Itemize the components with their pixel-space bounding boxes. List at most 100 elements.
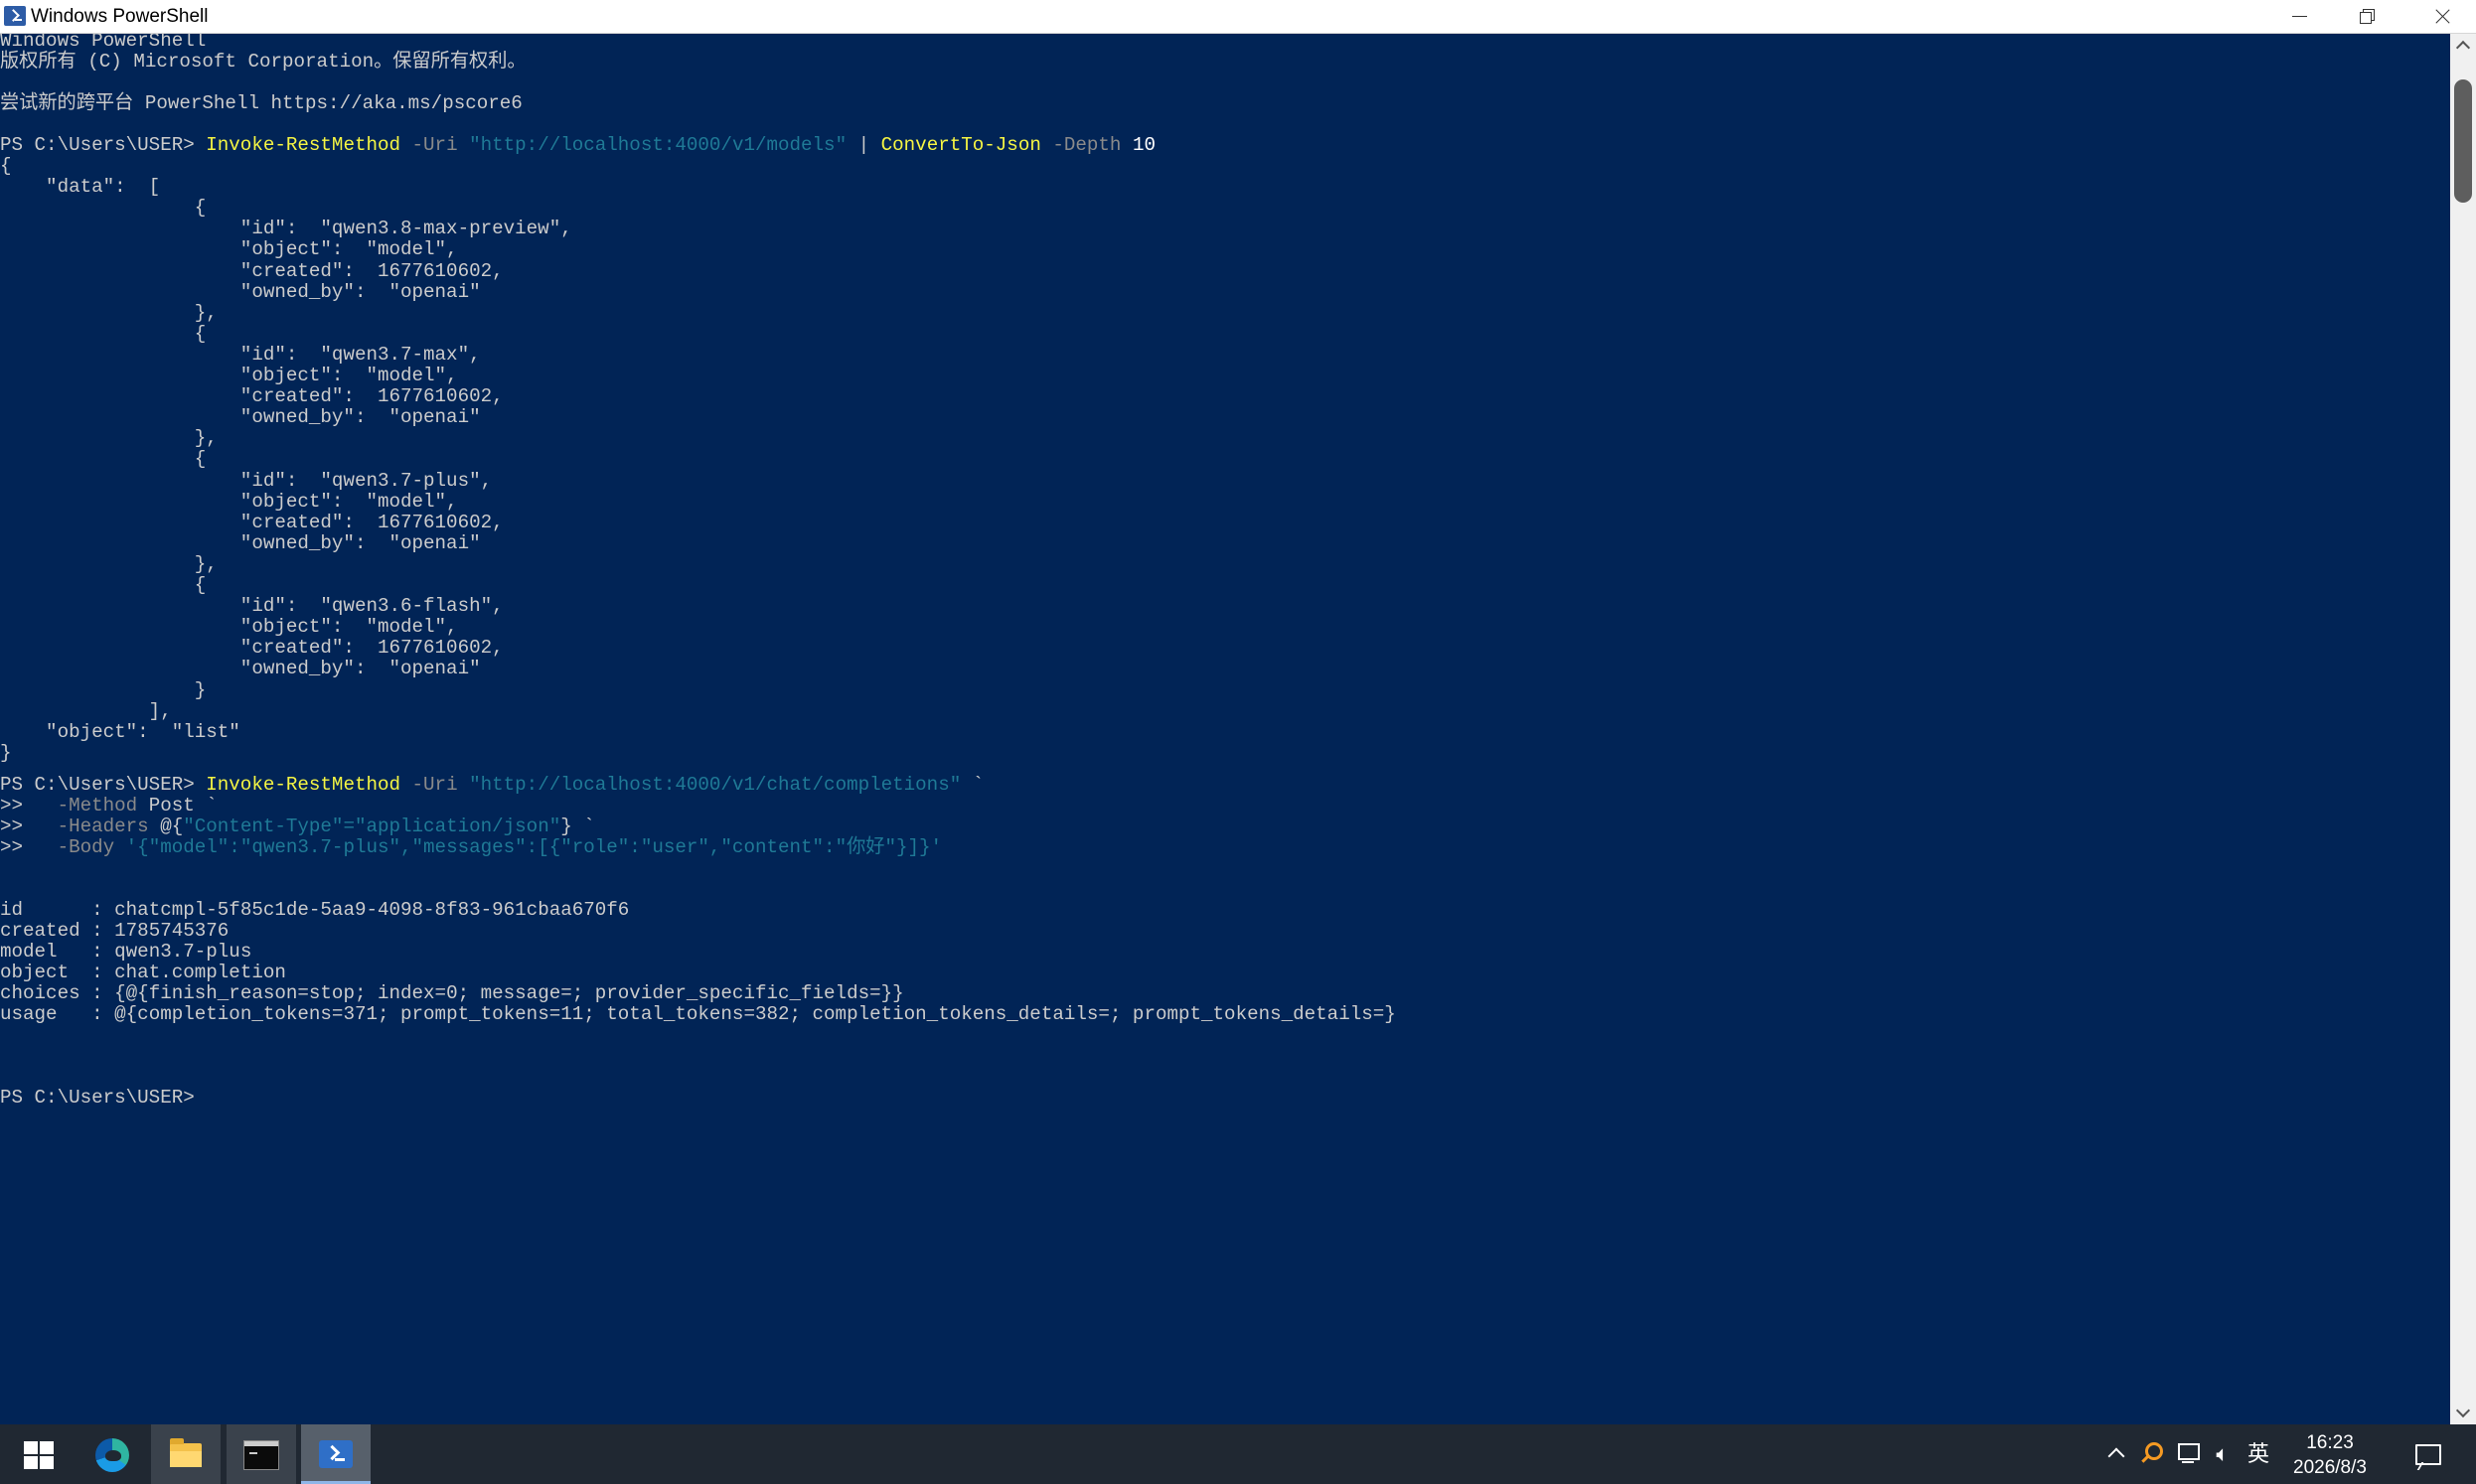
window-title: Windows PowerShell [31,6,209,27]
edge-icon [95,1438,129,1472]
prompt: PS C:\Users\USER> [0,134,195,156]
taskbar-file-explorer[interactable] [151,1424,221,1484]
windows-logo-icon [24,1441,54,1469]
result-separator: : [79,920,115,942]
json-line: "object": "list" [0,720,240,743]
ime-language-indicator[interactable]: 英 [2244,1424,2273,1484]
command-prompt-icon [243,1440,279,1470]
json-line: "object": "model", [0,365,458,386]
result-key: object [0,962,80,983]
clock-date: 2026/8/3 [2293,1457,2367,1478]
prompt: PS C:\Users\USER> [0,1087,195,1109]
json-line: "id": "qwen3.8-max-preview", [0,218,572,240]
json-line: "created": 1677610602, [0,385,504,408]
line-continuation: ` [206,795,218,816]
title-bar: Windows PowerShell [0,0,2476,34]
notification-center-icon[interactable] [2404,1424,2448,1484]
result-line: model : qwen3.7-plus [0,942,251,963]
json-line: }, [0,427,218,450]
json-line: }, [0,301,218,324]
powershell-icon [4,6,26,26]
taskbar-edge[interactable] [77,1424,147,1484]
json-line: { [0,155,12,177]
pipe-operator: | [857,134,870,156]
line-continuation: ` [972,774,985,796]
hashtable-open: @{ [160,816,184,837]
result-value: chatcmpl-5f85c1de-5aa9-4098-8f83-961cbaa… [114,899,630,921]
scroll-thumb[interactable] [2454,79,2472,203]
result-separator: : [79,941,115,963]
result-value: {@{finish_reason=stop; index=0; message=… [114,982,904,1004]
parameter: -Headers [57,816,149,837]
result-value: @{completion_tokens=371; prompt_tokens=1… [114,1003,1396,1025]
json-line: "created": 1677610602, [0,259,504,282]
line-continuation: ` [583,816,595,837]
file-explorer-icon [170,1438,202,1467]
json-line: "created": 1677610602, [0,637,504,660]
json-line: "id": "qwen3.7-plus", [0,469,493,492]
command-line: PS C:\Users\USER> Invoke-RestMethod -Uri… [0,775,984,796]
network-icon[interactable] [2172,1424,2202,1484]
scroll-down-arrow-icon[interactable] [2450,1401,2476,1424]
prompt: PS C:\Users\USER> [0,774,195,796]
show-hidden-icons-chevron-up-icon[interactable] [2102,1424,2128,1484]
banner-line: 版权所有 (C) Microsoft Corporation。保留所有权利。 [0,51,527,73]
json-line: { [0,322,207,345]
taskbar-powershell[interactable] [301,1424,371,1484]
powershell-icon [319,1440,353,1468]
result-key: created [0,920,80,942]
start-button[interactable] [4,1424,74,1484]
result-line: choices : {@{finish_reason=stop; index=0… [0,983,904,1004]
result-key: model [0,941,80,963]
json-line: ], [0,699,172,722]
json-line: "data": [ [0,176,161,199]
current-prompt[interactable]: PS C:\Users\USER> [0,1088,195,1109]
json-line: "id": "qwen3.6-flash", [0,595,504,618]
result-line: created : 1785745376 [0,921,229,942]
cmdlet: ConvertTo-Json [880,134,1041,156]
result-line: object : chat.completion [0,963,286,983]
parameter: -Method [57,795,138,816]
body-string: '{"model":"qwen3.7-plus","messages":[{"r… [125,836,943,858]
uri-string: "http://localhost:4000/v1/chat/completio… [469,774,962,796]
json-line: { [0,448,207,471]
minimize-button[interactable] [2265,0,2333,33]
continuation-prompt: >> [0,795,24,816]
result-separator: : [79,962,115,983]
parameter: -Uri [411,134,458,156]
result-value: chat.completion [114,962,286,983]
json-line: "id": "qwen3.7-max", [0,343,481,366]
taskbar-command-prompt[interactable] [227,1424,296,1484]
clock[interactable]: 16:23 2026/8/3 [2275,1430,2385,1480]
vertical-scrollbar[interactable] [2450,34,2476,1424]
volume-icon[interactable]: 🔈︎ [2208,1424,2238,1484]
json-line: "owned_by": "openai" [0,531,481,554]
clock-time: 16:23 [2306,1432,2354,1453]
json-line: "owned_by": "openai" [0,280,481,303]
close-button[interactable] [2408,0,2476,33]
json-line: "object": "model", [0,490,458,513]
continuation-line: >> -Body '{"model":"qwen3.7-plus","messa… [0,837,942,858]
banner-line: 尝试新的跨平台 PowerShell https://aka.ms/pscore… [0,92,523,114]
console-output[interactable]: Windows PowerShell 版权所有 (C) Microsoft Co… [0,34,2450,1424]
taskbar: 🔈︎ 英 16:23 2026/8/3 [0,1424,2476,1484]
restore-button[interactable] [2333,0,2400,33]
json-line: }, [0,552,218,575]
result-key: usage [0,1003,80,1025]
json-line: } [0,741,12,764]
json-line: { [0,197,207,220]
continuation-line: >> -Headers @{"Content-Type"="applicatio… [0,816,595,837]
json-line: } [0,678,207,701]
result-line: usage : @{completion_tokens=371; prompt_… [0,1004,1396,1025]
result-key: id [0,899,80,921]
search-tray-icon[interactable] [2136,1424,2164,1484]
scroll-up-arrow-icon[interactable] [2450,34,2476,58]
hashtable-close: } [560,816,572,837]
parameter: -Body [57,836,115,858]
cmdlet: Invoke-RestMethod [206,774,401,796]
continuation-prompt: >> [0,836,24,858]
json-line: "owned_by": "openai" [0,406,481,429]
banner-line: Windows PowerShell [0,34,207,52]
continuation-line: >> -Method Post ` [0,796,218,816]
json-line: "object": "model", [0,238,458,261]
